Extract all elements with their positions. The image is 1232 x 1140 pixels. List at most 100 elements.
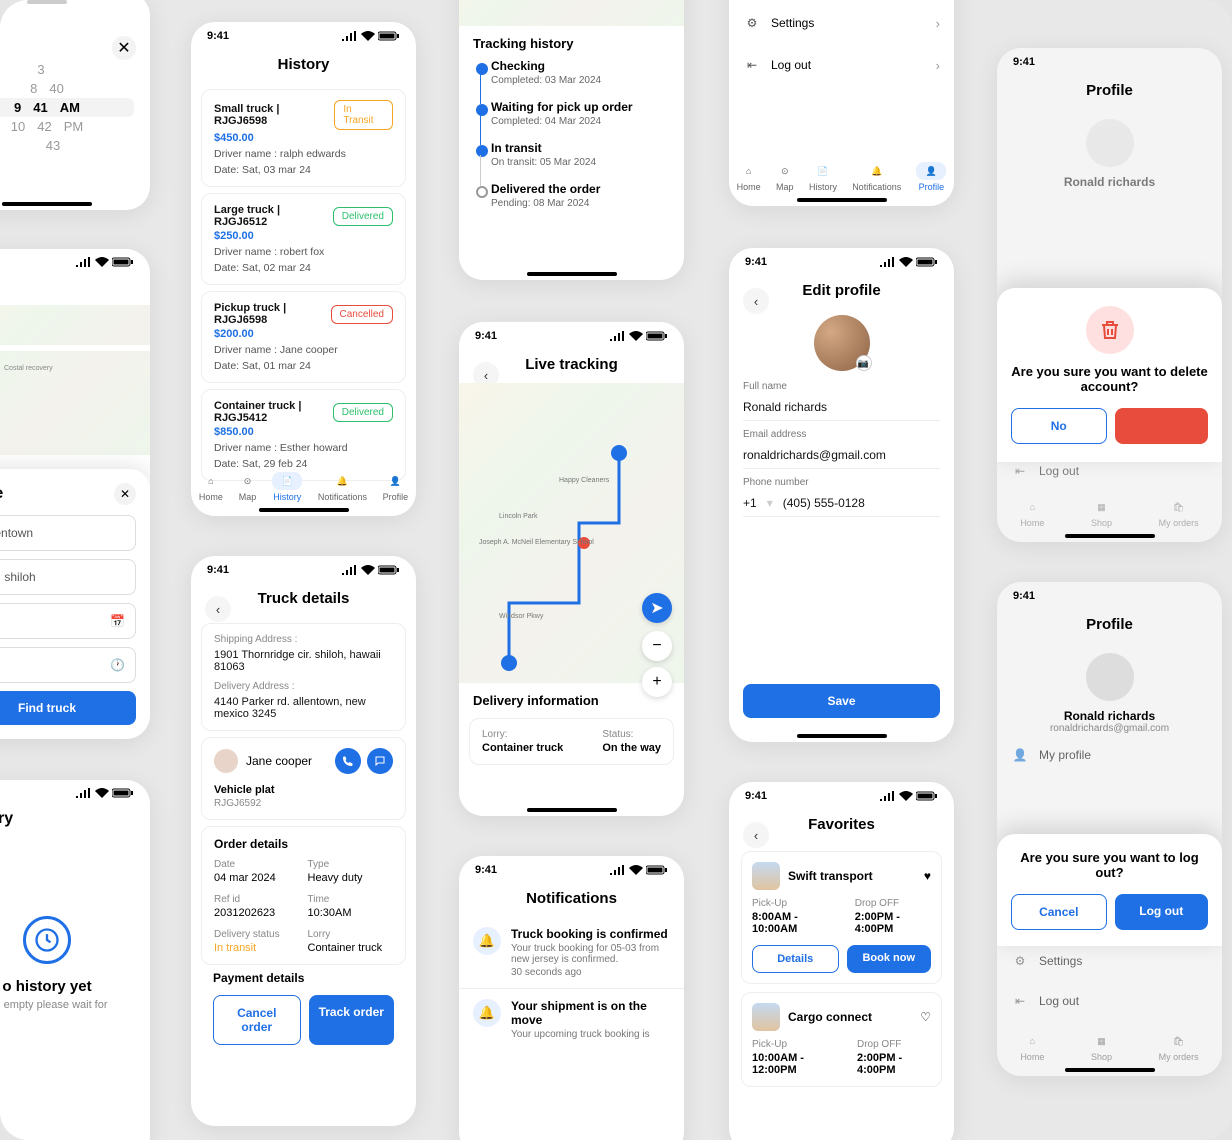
picker-row-selected[interactable]: 941AM (0, 98, 134, 117)
back-button[interactable]: ‹ (743, 288, 769, 314)
home-indicator (797, 734, 887, 738)
chevron-right-icon: › (936, 58, 940, 73)
phone-input[interactable]: +1▾(405) 555-0128 (743, 490, 940, 517)
tab-notifications[interactable]: 🔔Notifications (318, 472, 367, 502)
status-time: 9:41 (207, 564, 229, 576)
heart-icon[interactable]: ♥ (924, 869, 931, 883)
modal-question: Are you sure you want to log out? (1011, 850, 1208, 880)
status-icons (76, 788, 134, 798)
trash-icon (1086, 306, 1134, 354)
zoom-out-button[interactable]: − (642, 631, 672, 661)
picker-row: 3 (0, 60, 134, 79)
locate-button[interactable]: ➤ (642, 593, 672, 623)
status-icons (342, 31, 400, 41)
bell-icon: 🔔 (333, 472, 351, 490)
truck-thumbnail (752, 862, 780, 890)
status-icons (342, 565, 400, 575)
tab-home[interactable]: ⌂Home (737, 162, 761, 192)
pin-icon: ⊙ (776, 162, 794, 180)
zoom-in-button[interactable]: + (642, 667, 672, 697)
page-title: Notifications (459, 880, 684, 917)
tab-history[interactable]: 📄History (809, 162, 837, 192)
truck-thumbnail (752, 1003, 780, 1031)
tab-map[interactable]: ⊙Map (776, 162, 794, 192)
logout-icon: ⇤ (1011, 462, 1029, 480)
user-icon: 👤 (1011, 746, 1029, 764)
heart-icon[interactable]: ♡ (920, 1010, 931, 1024)
message-button[interactable] (367, 748, 393, 774)
status-icons (610, 865, 668, 875)
section-title: Tracking history (459, 26, 684, 55)
find-truck-button[interactable]: Find truck (0, 691, 136, 725)
home-indicator (527, 808, 617, 812)
time-input[interactable]: 🕐 (0, 647, 136, 683)
tab-profile[interactable]: 👤Profile (916, 162, 946, 192)
dropoff-input[interactable]: ge cir. shiloh (0, 559, 136, 595)
menu-settings[interactable]: ⚙Settings› (729, 2, 954, 44)
history-card[interactable]: Small truck | RJGJ6598In Transit $450.00… (201, 89, 406, 187)
pickup-input[interactable]: d. allentown (0, 515, 136, 551)
picker-row: 1042PM (0, 117, 134, 136)
email-input[interactable]: ronaldrichards@gmail.com (743, 442, 940, 469)
call-button[interactable] (335, 748, 361, 774)
status-badge: Delivered (333, 207, 393, 226)
logout-icon: ⇤ (743, 56, 761, 74)
tab-history[interactable]: 📄History (272, 472, 302, 502)
tab-shop: ▦Shop (1091, 498, 1112, 528)
file-icon: 📄 (814, 162, 832, 180)
tab-orders: 🛍My orders (1159, 1032, 1199, 1062)
status-time: 9:41 (1013, 590, 1035, 602)
details-button[interactable]: Details (752, 945, 839, 973)
status-badge: In Transit (334, 100, 393, 130)
status-badge: Cancelled (331, 305, 393, 324)
menu-logout[interactable]: ⇤Log out› (729, 44, 954, 86)
status-icons (880, 257, 938, 267)
status-time: 9:41 (745, 790, 767, 802)
notification-item[interactable]: 🔔 Truck booking is confirmedYour truck b… (459, 917, 684, 988)
tab-map[interactable]: ⊙Map (239, 472, 257, 502)
cancel-order-button[interactable]: Cancel order (213, 995, 301, 1045)
clock-icon: 🕐 (110, 658, 125, 672)
status-time: 9:41 (1013, 56, 1035, 68)
picker-row: 840 (0, 79, 134, 98)
home-icon: ⌂ (202, 472, 220, 490)
save-button[interactable]: Save (743, 684, 940, 718)
back-button[interactable]: ‹ (205, 596, 231, 622)
date-input[interactable]: 📅 (0, 603, 136, 639)
notification-item[interactable]: 🔔 Your shipment is on the moveYour upcom… (459, 989, 684, 1050)
cancel-button[interactable]: Cancel (1011, 894, 1107, 930)
close-icon[interactable]: ✕ (114, 483, 136, 505)
home-indicator (1065, 1068, 1155, 1072)
camera-icon[interactable]: 📷 (856, 355, 872, 371)
avatar (1086, 653, 1134, 701)
back-button[interactable]: ‹ (743, 822, 769, 848)
home-indicator (259, 508, 349, 512)
timeline-step: In transitOn transit: 05 Mar 2024 (473, 141, 670, 182)
menu-logout: ⇤Log out (997, 450, 1222, 492)
home-indicator (797, 198, 887, 202)
tab-home[interactable]: ⌂Home (199, 472, 223, 502)
map-view[interactable]: Costal recovery (0, 305, 150, 455)
yes-button[interactable] (1115, 408, 1209, 444)
track-order-button[interactable]: Track order (309, 995, 395, 1045)
book-now-button[interactable]: Book now (847, 945, 932, 973)
picker-row: 43 (0, 136, 134, 155)
logout-confirm-button[interactable]: Log out (1115, 894, 1209, 930)
bell-icon: 🔔 (473, 999, 501, 1027)
close-icon[interactable]: ✕ (112, 36, 136, 60)
empty-title: o history yet (2, 978, 91, 995)
gear-icon: ⚙ (1011, 952, 1029, 970)
no-button[interactable]: No (1011, 408, 1107, 444)
fullname-input[interactable]: Ronald richards (743, 394, 940, 421)
live-map[interactable]: Happy Cleaners Lincoln Park Joseph A. Mc… (459, 383, 684, 683)
favorite-card: Cargo connect♡ Pick-Up10:00AM - 12:00PM … (741, 992, 942, 1087)
tab-profile[interactable]: 👤Profile (383, 472, 409, 502)
home-indicator (1065, 534, 1155, 538)
home-indicator (527, 272, 617, 276)
status-time: 9:41 (745, 256, 767, 268)
calendar-icon: 📅 (110, 614, 125, 628)
history-card[interactable]: Pickup truck | RJGJ6598Cancelled $200.00… (201, 291, 406, 383)
history-card[interactable]: Large truck | RJGJ6512Delivered $250.00 … (201, 193, 406, 285)
page-title: Map (0, 271, 150, 305)
tab-notifications[interactable]: 🔔Notifications (852, 162, 901, 192)
